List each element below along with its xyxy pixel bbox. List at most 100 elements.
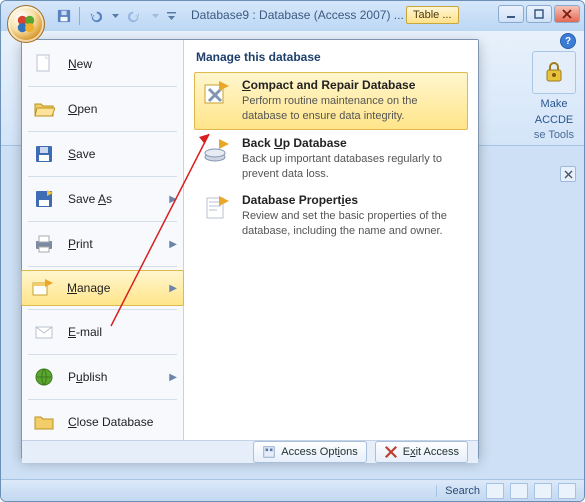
statusbar-search-label: Search: [436, 485, 480, 497]
menu-item-label: Print: [68, 237, 93, 251]
view-button-4[interactable]: [558, 483, 576, 499]
office-logo-icon: [15, 13, 37, 35]
submenu-arrow-icon: ▶: [169, 194, 177, 205]
navpane-close-button[interactable]: [560, 166, 576, 182]
office-menu-body: New Open Save Save As ▶: [22, 40, 478, 440]
qat-separator: [79, 7, 80, 25]
view-button-3[interactable]: [534, 483, 552, 499]
save-as-icon: [30, 187, 58, 211]
submenu-item-title: Back Up Database: [242, 136, 462, 150]
submenu-item-back-up[interactable]: Back Up Database Back up important datab…: [194, 130, 468, 188]
close-icon: [562, 9, 572, 19]
folder-closed-icon: [30, 410, 58, 434]
office-menu: New Open Save Save As ▶: [21, 39, 479, 459]
qat-redo-dropdown[interactable]: [150, 7, 160, 25]
menu-item-label: Open: [68, 102, 97, 116]
menu-item-publish[interactable]: Publish ▶: [22, 359, 183, 395]
titlebar: Database9 : Database (Access 2007) ... T…: [1, 1, 584, 31]
minimize-button[interactable]: [498, 5, 524, 23]
submenu-item-title: Compact and Repair Database: [242, 78, 462, 92]
quick-access-toolbar: [55, 7, 176, 25]
minimize-icon: [506, 9, 516, 19]
contextual-tab-label[interactable]: Table ...: [406, 6, 459, 24]
maximize-icon: [534, 9, 544, 19]
email-icon: [30, 320, 58, 344]
menu-item-label: Save As: [68, 192, 112, 206]
make-accde-label-1: Make: [532, 98, 576, 110]
menu-separator: [28, 399, 177, 400]
help-button[interactable]: ?: [560, 33, 576, 49]
make-accde-label-2: ACCDE: [532, 114, 576, 126]
view-button-2[interactable]: [510, 483, 528, 499]
menu-item-save-as[interactable]: Save As ▶: [22, 181, 183, 217]
office-button[interactable]: [7, 5, 45, 43]
office-menu-footer: Access Options Exit Access: [22, 440, 478, 463]
window-controls: [498, 5, 580, 23]
save-disk-icon: [30, 142, 58, 166]
lock-key-icon: [541, 58, 567, 84]
submenu-item-compact-repair[interactable]: Compact and Repair Database Perform rout…: [194, 72, 468, 130]
menu-item-close-database[interactable]: Close Database: [22, 404, 183, 440]
menu-separator: [28, 131, 177, 132]
submenu-item-desc: Back up important databases regularly to…: [242, 152, 462, 182]
backup-icon: [200, 136, 232, 168]
chevron-down-icon: [152, 13, 159, 20]
qat-save-button[interactable]: [55, 7, 73, 25]
make-accde-button[interactable]: [532, 51, 576, 94]
menu-separator: [28, 266, 177, 267]
office-menu-left: New Open Save Save As ▶: [22, 40, 184, 440]
qat-redo-button[interactable]: [126, 7, 144, 25]
office-menu-right: Manage this database Compact and Repair …: [184, 40, 478, 440]
menu-item-new[interactable]: New: [22, 46, 183, 82]
submenu-arrow-icon: ▶: [169, 372, 177, 383]
menu-separator: [28, 309, 177, 310]
menu-item-manage[interactable]: Manage ▶: [21, 270, 184, 306]
menu-item-label: Publish: [68, 370, 107, 384]
submenu-item-db-properties[interactable]: Database Properties Review and set the b…: [194, 187, 468, 245]
menu-item-label: Save: [68, 147, 95, 161]
ribbon-group-label: se Tools: [534, 129, 574, 141]
menu-separator: [28, 176, 177, 177]
menu-item-label: Manage: [67, 281, 110, 295]
publish-icon: [30, 365, 58, 389]
app-window: Database9 : Database (Access 2007) ... T…: [0, 0, 585, 502]
exit-icon: [384, 445, 398, 459]
submenu-arrow-icon: ▶: [169, 283, 177, 294]
exit-access-label: Exit Access: [403, 446, 459, 458]
save-icon: [57, 9, 71, 23]
view-button-1[interactable]: [486, 483, 504, 499]
qat-customize-dropdown[interactable]: [166, 7, 176, 25]
submenu-item-desc: Perform routine maintenance on the datab…: [242, 94, 462, 124]
access-options-button[interactable]: Access Options: [253, 441, 366, 463]
submenu-title: Manage this database: [194, 48, 468, 72]
chevron-down-icon: [167, 12, 176, 21]
close-icon: [564, 170, 573, 179]
maximize-button[interactable]: [526, 5, 552, 23]
submenu-item-desc: Review and set the basic properties of t…: [242, 209, 462, 239]
undo-icon: [88, 9, 102, 23]
close-button[interactable]: [554, 5, 580, 23]
menu-item-email[interactable]: E-mail: [22, 314, 183, 350]
menu-item-open[interactable]: Open: [22, 91, 183, 127]
properties-icon: [200, 193, 232, 225]
menu-separator: [28, 354, 177, 355]
menu-item-label: E-mail: [68, 325, 102, 339]
options-icon: [262, 445, 276, 459]
statusbar: Search: [1, 479, 584, 501]
printer-icon: [30, 232, 58, 256]
window-title: Database9 : Database (Access 2007) ...: [191, 8, 404, 22]
menu-item-label: Close Database: [68, 415, 153, 429]
compact-repair-icon: [200, 78, 232, 110]
menu-item-print[interactable]: Print ▶: [22, 226, 183, 262]
qat-undo-button[interactable]: [86, 7, 104, 25]
qat-undo-dropdown[interactable]: [110, 7, 120, 25]
menu-separator: [28, 86, 177, 87]
menu-separator: [28, 221, 177, 222]
menu-item-label: New: [68, 57, 92, 71]
redo-icon: [128, 9, 142, 23]
access-options-label: Access Options: [281, 446, 357, 458]
ribbon-make-accde-group: Make ACCDE: [532, 51, 576, 126]
exit-access-button[interactable]: Exit Access: [375, 441, 468, 463]
chevron-down-icon: [112, 13, 119, 20]
menu-item-save[interactable]: Save: [22, 136, 183, 172]
